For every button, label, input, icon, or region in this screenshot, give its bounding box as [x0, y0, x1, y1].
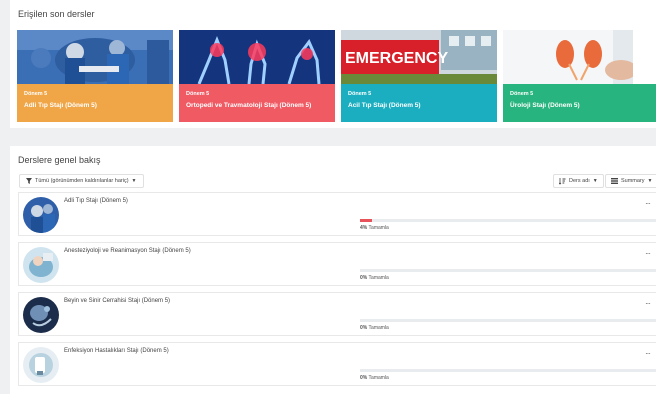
course-list-item: Enfeksiyon Hastalıkları Stajı (Dönem 5) … [18, 342, 656, 386]
progress-bar [360, 219, 656, 222]
progress-label: Tamamla [368, 275, 389, 281]
progress-bar [360, 369, 656, 372]
chevron-down-icon: ▼ [131, 178, 137, 184]
course-name-link[interactable]: Enfeksiyon Hastalıkları Stajı (Dönem 5) [64, 348, 169, 354]
course-overview-title: Derslere genel bakış [18, 155, 101, 165]
sort-label: Ders adı [569, 178, 590, 184]
progress-fill [360, 219, 372, 222]
filter-label: Tümü (görünümden kaldırılanlar hariç) [35, 178, 129, 184]
view-dropdown[interactable]: Summary ▼ [605, 174, 656, 188]
kidney-image[interactable] [503, 30, 656, 84]
course-card-term: Dönem 5 [186, 91, 210, 97]
progress-percent: 0% [360, 275, 368, 281]
course-card-name[interactable]: Ortopedi ve Travmatoloji Stajı (Dönem 5) [186, 102, 328, 109]
progress-text: 0% Tamamla [360, 325, 389, 331]
filter-icon [26, 178, 32, 184]
progress-percent: 0% [360, 375, 368, 381]
xray-skeleton-image[interactable] [179, 30, 335, 84]
progress-text: 0% Tamamla [360, 375, 389, 381]
course-card-term: Dönem 5 [348, 91, 372, 97]
progress-text: 4% Tamamla [360, 225, 389, 231]
recent-courses-section: Erişilen son dersler Dönem 5 Adli Tıp St… [10, 0, 656, 128]
surgeons-image[interactable] [17, 30, 173, 84]
course-card-term: Dönem 5 [24, 91, 48, 97]
course-name-link[interactable]: Beyin ve Sinir Cerrahisi Stajı (Dönem 5) [64, 298, 170, 304]
list-view-icon [611, 178, 618, 184]
course-actions-menu[interactable]: ··· [645, 199, 651, 208]
course-card-name[interactable]: Acil Tıp Stajı (Dönem 5) [348, 102, 490, 109]
recent-courses-title: Erişilen son dersler [18, 9, 95, 19]
view-label: Summary [621, 178, 645, 184]
chevron-down-icon: ▼ [592, 178, 598, 184]
progress-label: Tamamla [368, 325, 389, 331]
course-list-item: Beyin ve Sinir Cerrahisi Stajı (Dönem 5)… [18, 292, 656, 336]
course-card-name[interactable]: Üroloji Stajı (Dönem 5) [510, 102, 652, 109]
course-card-band: Dönem 5 Ortopedi ve Travmatoloji Stajı (… [179, 84, 335, 122]
progress-percent: 4% [360, 225, 368, 231]
course-list-item: Adli Tıp Stajı (Dönem 5) ··· 4% Tamamla [18, 192, 656, 236]
course-card-acil-tip[interactable]: EMERGENCY Dönem 5 Acil Tıp Stajı (Dönem … [341, 30, 497, 122]
filter-dropdown[interactable]: Tümü (görünümden kaldırılanlar hariç) ▼ [19, 174, 144, 188]
course-actions-menu[interactable]: ··· [645, 249, 651, 258]
course-image[interactable] [23, 297, 59, 333]
progress-bar [360, 319, 656, 322]
progress-bar [360, 269, 656, 272]
progress-label: Tamamla [368, 375, 389, 381]
sort-dropdown[interactable]: Ders adı ▼ [553, 174, 604, 188]
course-card-band: Dönem 5 Üroloji Stajı (Dönem 5) [503, 84, 656, 122]
course-list-item: Anesteziyoloji ve Reanimasyon Stajı (Dön… [18, 242, 656, 286]
progress-label: Tamamla [368, 225, 389, 231]
progress-text: 0% Tamamla [360, 275, 389, 281]
course-card-term: Dönem 5 [510, 91, 534, 97]
course-image[interactable] [23, 247, 59, 283]
sort-icon [559, 177, 566, 185]
course-card-band: Dönem 5 Adli Tıp Stajı (Dönem 5) [17, 84, 173, 122]
course-image[interactable] [23, 197, 59, 233]
course-name-link[interactable]: Adli Tıp Stajı (Dönem 5) [64, 198, 128, 204]
course-card-ortopedi[interactable]: Dönem 5 Ortopedi ve Travmatoloji Stajı (… [179, 30, 335, 122]
progress-percent: 0% [360, 325, 368, 331]
course-card-band: Dönem 5 Acil Tıp Stajı (Dönem 5) [341, 84, 497, 122]
emergency-sign-text: EMERGENCY [345, 50, 448, 67]
course-overview-section: Derslere genel bakış Tümü (görünümden ka… [10, 146, 656, 394]
course-card-name[interactable]: Adli Tıp Stajı (Dönem 5) [24, 102, 166, 109]
emergency-sign-image[interactable]: EMERGENCY [341, 30, 497, 84]
chevron-down-icon: ▼ [647, 178, 653, 184]
course-image[interactable] [23, 347, 59, 383]
course-card-uroloji[interactable]: Dönem 5 Üroloji Stajı (Dönem 5) [503, 30, 656, 122]
course-name-link[interactable]: Anesteziyoloji ve Reanimasyon Stajı (Dön… [64, 248, 191, 254]
course-actions-menu[interactable]: ··· [645, 299, 651, 308]
course-card-adli-tip[interactable]: Dönem 5 Adli Tıp Stajı (Dönem 5) [17, 30, 173, 122]
course-actions-menu[interactable]: ··· [645, 349, 651, 358]
